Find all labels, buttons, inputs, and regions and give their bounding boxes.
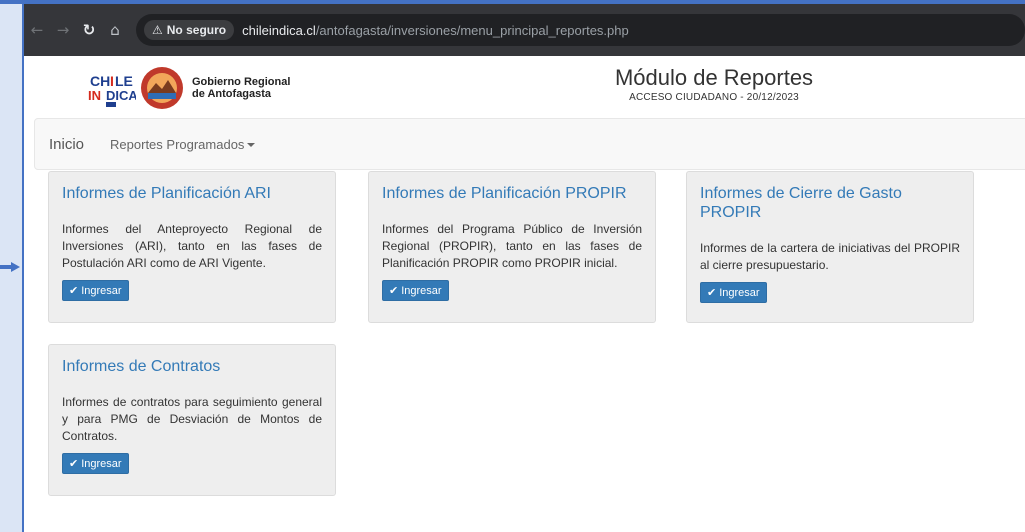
forward-arrow-icon[interactable]: →	[50, 21, 76, 39]
svg-text:DICA: DICA	[106, 88, 136, 103]
page-title: Módulo de Reportes	[614, 65, 814, 90]
card-description: Informes del Anteproyecto Regional de In…	[62, 222, 322, 270]
back-arrow-icon[interactable]: ←	[24, 21, 50, 39]
gov-line-1: Gobierno Regional	[192, 76, 291, 88]
button-label: Ingresar	[81, 284, 122, 297]
gobierno-regional-seal	[141, 67, 183, 109]
card-ari: Informes de Planificación ARI Informes d…	[48, 171, 336, 323]
svg-text:LE: LE	[115, 73, 133, 89]
chile-indica-logo: CH I LE IN DICA	[88, 73, 136, 107]
gov-line-2: de Antofagasta	[192, 88, 272, 100]
card-title[interactable]: Informes de Planificación PROPIR	[382, 184, 642, 203]
reload-icon[interactable]: ↻	[76, 21, 102, 39]
card-contratos: Informes de Contratos Informes de contra…	[48, 344, 336, 496]
svg-text:IN: IN	[88, 88, 101, 103]
url-domain: chileindica.cl	[242, 22, 316, 38]
check-icon: ✔	[69, 284, 79, 297]
warning-triangle-icon: ⚠	[152, 23, 163, 37]
ingresar-button[interactable]: ✔ Ingresar	[382, 280, 449, 301]
check-icon: ✔	[707, 286, 717, 299]
nav-home-link[interactable]: Inicio	[49, 136, 84, 153]
card-title[interactable]: Informes de Planificación ARI	[62, 184, 322, 203]
security-indicator[interactable]: ⚠ No seguro	[144, 20, 235, 40]
button-label: Ingresar	[401, 284, 442, 297]
svg-text:CH: CH	[90, 73, 110, 89]
card-propir: Informes de Planificación PROPIR Informe…	[368, 171, 656, 323]
address-bar[interactable]: ⚠ No seguro chileindica.cl/antofagasta/i…	[136, 14, 1025, 46]
ingresar-button[interactable]: ✔ Ingresar	[62, 280, 129, 301]
card-title[interactable]: Informes de Contratos	[62, 357, 322, 376]
card-title[interactable]: Informes de Cierre de Gasto PROPIR	[700, 184, 960, 222]
url-path: /antofagasta/inversiones/menu_principal_…	[315, 22, 629, 38]
security-label: No seguro	[166, 23, 227, 37]
ingresar-button[interactable]: ✔ Ingresar	[700, 282, 767, 303]
svg-text:I: I	[110, 73, 114, 89]
pointer-arrow-icon	[0, 262, 20, 272]
nav-dropdown-label: Reportes Programados	[110, 136, 245, 152]
button-label: Ingresar	[719, 286, 760, 299]
browser-toolbar: ← → ↻ ⌂ ⚠ No seguro chileindica.cl/antof…	[24, 4, 1025, 56]
card-description: Informes del Programa Público de Inversi…	[382, 222, 642, 270]
ingresar-button[interactable]: ✔ Ingresar	[62, 453, 129, 474]
home-icon[interactable]: ⌂	[102, 21, 128, 39]
main-navbar: Inicio Reportes Programados	[34, 118, 1025, 170]
card-cierre-gasto: Informes de Cierre de Gasto PROPIR Infor…	[686, 171, 974, 323]
check-icon: ✔	[69, 457, 79, 470]
title-block: Módulo de Reportes ACCESO CIUDADANO - 20…	[564, 65, 864, 104]
nav-reportes-dropdown[interactable]: Reportes Programados	[110, 136, 256, 152]
check-icon: ✔	[389, 284, 399, 297]
page-header: CH I LE IN DICA Gobierno Regional de Ant…	[24, 56, 1025, 118]
card-description: Informes de la cartera de iniciativas de…	[700, 241, 960, 272]
page-content: CH I LE IN DICA Gobierno Regional de Ant…	[24, 56, 1025, 532]
button-label: Ingresar	[81, 457, 122, 470]
page-subtitle: ACCESO CIUDADANO - 20/12/2023	[629, 92, 799, 103]
caret-down-icon	[247, 143, 256, 148]
gov-name: Gobierno Regional de Antofagasta	[192, 76, 290, 100]
card-description: Informes de contratos para seguimiento g…	[62, 395, 322, 443]
